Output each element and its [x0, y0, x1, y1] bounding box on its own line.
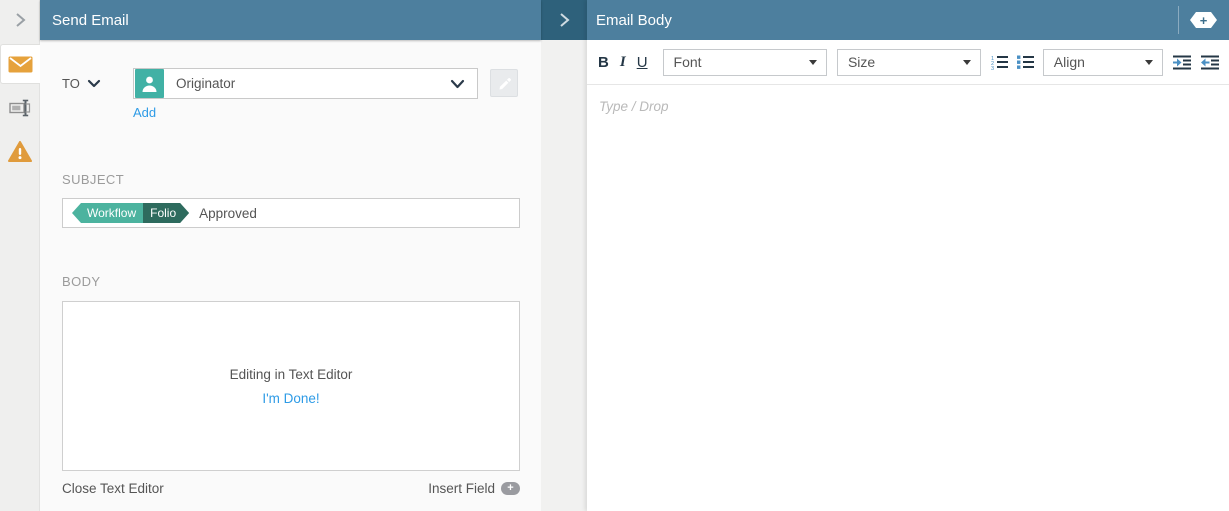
- text-field-icon: [9, 99, 31, 117]
- recipient-select[interactable]: Originator: [133, 68, 478, 99]
- chevron-right-icon: [15, 13, 26, 27]
- svg-text:3: 3: [991, 66, 994, 70]
- send-email-title: Send Email: [52, 11, 129, 29]
- insert-field-label: Insert Field: [428, 481, 495, 496]
- email-body-editor[interactable]: Type / Drop: [587, 85, 1229, 129]
- person-icon: [142, 76, 157, 92]
- align-dropdown-value: Align: [1053, 54, 1085, 70]
- chevron-right-icon: [559, 13, 570, 27]
- email-body-collapse-button[interactable]: [541, 0, 587, 40]
- add-recipient-link[interactable]: Add: [133, 105, 156, 120]
- header-divider: [1178, 6, 1179, 34]
- left-panel-collapse-button[interactable]: [0, 0, 40, 40]
- chevron-down-icon: [87, 79, 100, 88]
- email-body-panel: Email Body + B I U Font Size 1 2 3 Align…: [587, 0, 1229, 511]
- font-dropdown[interactable]: Font: [662, 48, 827, 76]
- sidebar-tab-warnings[interactable]: [0, 132, 40, 172]
- editor-placeholder: Type / Drop: [599, 99, 669, 114]
- body-label: BODY: [62, 274, 101, 289]
- close-text-editor-link[interactable]: Close Text Editor: [62, 481, 164, 496]
- workflow-email-designer: Send Email TO Originator Add SUBJECT Wor…: [0, 0, 1229, 511]
- caret-down-icon: [808, 59, 817, 65]
- warning-triangle-icon: [8, 141, 32, 162]
- sidebar-tab-fields[interactable]: [0, 88, 40, 128]
- tag-folio: Folio: [143, 203, 189, 223]
- plus-icon: +: [1199, 12, 1208, 28]
- bullet-list-button[interactable]: [1016, 55, 1034, 70]
- caret-down-icon: [962, 59, 971, 65]
- align-dropdown[interactable]: Align: [1042, 48, 1164, 76]
- left-icon-sidebar: [0, 0, 40, 511]
- sidebar-tab-email[interactable]: [0, 44, 40, 84]
- insert-field-plus-icon: +: [501, 482, 520, 495]
- recipient-column: Originator Add: [133, 68, 478, 122]
- recipient-avatar: [135, 69, 164, 98]
- rich-text-toolbar: B I U Font Size 1 2 3 Align: [587, 40, 1229, 85]
- send-email-body: TO Originator Add SUBJECT Workflow Folio…: [40, 40, 541, 511]
- subject-input[interactable]: Workflow Folio Approved: [62, 198, 520, 228]
- bullet-list-icon: [1016, 55, 1034, 69]
- chevron-down-icon: [450, 79, 465, 88]
- size-dropdown[interactable]: Size: [836, 48, 981, 76]
- to-row: TO Originator Add: [62, 68, 520, 122]
- email-body-title: Email Body: [596, 11, 672, 29]
- im-done-link[interactable]: I'm Done!: [262, 391, 319, 406]
- insert-field-link[interactable]: Insert Field +: [428, 481, 520, 496]
- add-field-button[interactable]: +: [1190, 12, 1217, 28]
- indent-icon: [1173, 55, 1192, 69]
- numbered-list-icon: 1 2 3: [991, 55, 1008, 70]
- underline-button[interactable]: U: [637, 54, 648, 71]
- body-editor-overlay: Editing in Text Editor I'm Done!: [62, 301, 520, 471]
- ordered-list-button[interactable]: 1 2 3: [991, 55, 1008, 70]
- tag-workflow: Workflow: [72, 203, 143, 223]
- edit-recipient-button[interactable]: [490, 69, 518, 97]
- send-email-panel: Send Email TO Originator Add SUBJECT Wor…: [40, 0, 541, 511]
- font-dropdown-value: Font: [673, 54, 702, 70]
- to-label: TO: [62, 76, 80, 91]
- indent-button[interactable]: [1173, 55, 1192, 70]
- outdent-button[interactable]: [1201, 55, 1220, 70]
- subject-text-value: Approved: [199, 205, 257, 221]
- caret-down-icon: [1145, 59, 1154, 65]
- envelope-icon: [8, 56, 33, 72]
- body-footer: Close Text Editor Insert Field +: [62, 481, 520, 496]
- italic-button[interactable]: I: [620, 54, 626, 71]
- outdent-icon: [1201, 55, 1220, 69]
- size-dropdown-value: Size: [847, 54, 876, 70]
- workflow-folio-tag[interactable]: Workflow Folio: [72, 203, 189, 223]
- to-field-type-toggle[interactable]: TO: [62, 68, 133, 91]
- send-email-header: Send Email: [40, 0, 541, 40]
- recipient-selected-value: Originator: [176, 76, 236, 91]
- editing-status-text: Editing in Text Editor: [229, 366, 353, 382]
- pencil-icon: [499, 78, 511, 90]
- email-body-header: Email Body +: [587, 0, 1229, 40]
- subject-label: SUBJECT: [62, 172, 125, 187]
- bold-button[interactable]: B: [598, 54, 609, 71]
- panel-gutter: [541, 0, 587, 511]
